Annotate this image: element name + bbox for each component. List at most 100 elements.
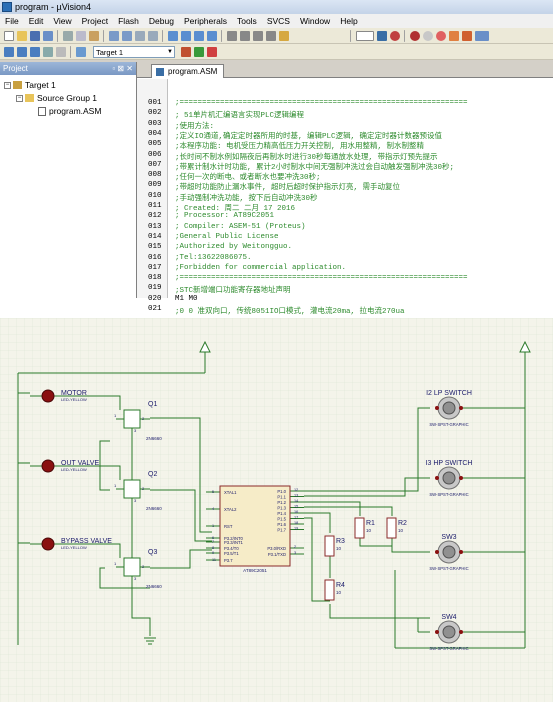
switch-pin-3[interactable] xyxy=(435,630,439,634)
batch-build-icon[interactable] xyxy=(42,46,53,57)
mcu-pin-label: P1.0 xyxy=(277,489,286,494)
mcu-pin-number: 18 xyxy=(294,521,298,525)
transistor-part: 2N6660 xyxy=(146,506,162,511)
collapse-icon[interactable]: − xyxy=(4,81,11,89)
disable-breakpoint-icon[interactable] xyxy=(435,30,446,41)
mcu-pin-number: 9 xyxy=(212,551,214,555)
switch-knob-2[interactable] xyxy=(442,545,456,559)
switch-part: SW-SPST-GRAPHIC xyxy=(429,422,468,427)
line-number: 007 xyxy=(148,160,162,169)
save-all-icon[interactable] xyxy=(42,30,53,41)
transistor-2[interactable] xyxy=(123,557,141,577)
led-0[interactable] xyxy=(41,389,55,403)
tab-program-asm[interactable]: program.ASM xyxy=(151,64,225,78)
code-editor: program.ASM 001 002 003 004 005 006 007 008 009 0… xyxy=(137,62,553,316)
kill-breakpoints-icon[interactable] xyxy=(448,30,459,41)
switch-pin-0[interactable] xyxy=(435,406,439,410)
new-file-icon[interactable] xyxy=(3,30,14,41)
combo-dropdown-icon[interactable] xyxy=(355,30,374,41)
menu-peripherals[interactable]: Peripherals xyxy=(179,16,232,26)
transistor-0[interactable] xyxy=(123,409,141,429)
switch-label: I3 HP SWITCH xyxy=(426,460,473,467)
menu-view[interactable]: View xyxy=(48,16,76,26)
resistor-r1[interactable] xyxy=(354,517,365,539)
switch-knob-3[interactable] xyxy=(442,625,456,639)
resistor-r4[interactable] xyxy=(324,579,335,601)
menu-file[interactable]: File xyxy=(0,16,24,26)
tree-target[interactable]: − Target 1 xyxy=(4,80,56,90)
switch-part: SW-SPST-GRAPHIC xyxy=(429,492,468,497)
line-number: 006 xyxy=(148,150,162,159)
asm-file-icon xyxy=(156,67,164,76)
mcu-pin-label: P3.5/T1 xyxy=(224,551,239,556)
code-line: ;Authorized by Weitongguo. xyxy=(175,243,293,252)
clear-bookmarks-icon[interactable] xyxy=(206,30,217,41)
menu-debug[interactable]: Debug xyxy=(144,16,179,26)
paste-icon[interactable] xyxy=(88,30,99,41)
mcu-pin-label: P3.7 xyxy=(224,558,233,563)
manage-icon[interactable] xyxy=(207,46,217,57)
led-1[interactable] xyxy=(41,459,55,473)
target-options-icon[interactable] xyxy=(181,46,191,57)
back-icon[interactable] xyxy=(134,30,145,41)
indent-icon[interactable] xyxy=(226,30,237,41)
menu-tools[interactable]: Tools xyxy=(232,16,262,26)
open-folder-icon[interactable] xyxy=(16,30,27,41)
resistor-r2[interactable] xyxy=(386,517,397,539)
stop-build-icon[interactable] xyxy=(55,46,66,57)
config-icon[interactable] xyxy=(461,30,472,41)
window-layout-icon[interactable] xyxy=(474,30,489,41)
transistor-ref: Q3 xyxy=(148,549,157,556)
menu-svcs[interactable]: SVCS xyxy=(262,16,295,26)
debug-start-icon[interactable] xyxy=(409,30,420,41)
switch-pin-1[interactable] xyxy=(459,476,463,480)
menu-edit[interactable]: Edit xyxy=(24,16,49,26)
next-bookmark-icon[interactable] xyxy=(193,30,204,41)
menu-help[interactable]: Help xyxy=(335,16,362,26)
collapse-icon[interactable]: − xyxy=(16,94,23,102)
redo-icon[interactable] xyxy=(121,30,132,41)
mcu-pin-number: 19 xyxy=(294,527,298,531)
save-icon[interactable] xyxy=(29,30,40,41)
components-icon[interactable] xyxy=(194,46,204,57)
find-icon[interactable] xyxy=(376,30,387,41)
transistor-1[interactable] xyxy=(123,479,141,499)
undo-icon[interactable] xyxy=(108,30,119,41)
tree-group[interactable]: − Source Group 1 xyxy=(16,93,97,103)
translate-icon[interactable] xyxy=(3,46,14,57)
editor-tab-bar: program.ASM xyxy=(137,62,553,78)
menu-window[interactable]: Window xyxy=(295,16,335,26)
breakpoint-icon[interactable] xyxy=(422,30,433,41)
switch-pin-3[interactable] xyxy=(459,630,463,634)
unindent-icon[interactable] xyxy=(239,30,250,41)
switch-knob-1[interactable] xyxy=(442,471,456,485)
led-2[interactable] xyxy=(41,537,55,551)
menu-flash[interactable]: Flash xyxy=(113,16,144,26)
forward-icon[interactable] xyxy=(147,30,158,41)
switch-pin-2[interactable] xyxy=(459,550,463,554)
comment-icon[interactable] xyxy=(252,30,263,41)
line-number: 018 xyxy=(148,274,162,283)
title-bar: program - µVision4 xyxy=(0,0,553,14)
download-icon[interactable] xyxy=(75,46,86,57)
build-icon[interactable] xyxy=(16,46,27,57)
line-number: 013 xyxy=(148,222,162,231)
prev-bookmark-icon[interactable] xyxy=(180,30,191,41)
panel-controls[interactable]: ▫ ⊠ ✕ xyxy=(112,62,133,75)
switch-pin-2[interactable] xyxy=(435,550,439,554)
cut-icon[interactable] xyxy=(62,30,73,41)
rebuild-icon[interactable] xyxy=(29,46,40,57)
tree-file[interactable]: program.ASM xyxy=(38,106,101,116)
target-select[interactable]: Target 1 xyxy=(93,45,175,58)
copy-icon[interactable] xyxy=(75,30,86,41)
magnifier-icon[interactable] xyxy=(389,30,400,41)
target-icon xyxy=(13,81,22,89)
switch-pin-0[interactable] xyxy=(459,406,463,410)
bookmark-icon[interactable] xyxy=(167,30,178,41)
find-in-files-icon[interactable] xyxy=(278,30,289,41)
menu-project[interactable]: Project xyxy=(77,16,113,26)
uncomment-icon[interactable] xyxy=(265,30,276,41)
resistor-r3[interactable] xyxy=(324,535,335,557)
switch-pin-1[interactable] xyxy=(435,476,439,480)
switch-knob-0[interactable] xyxy=(442,401,456,415)
